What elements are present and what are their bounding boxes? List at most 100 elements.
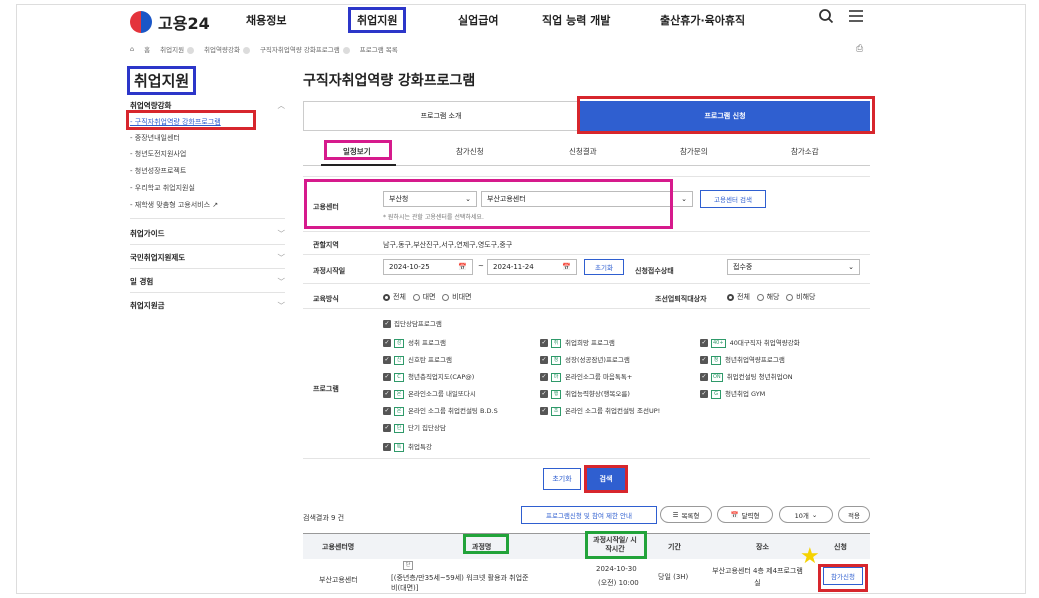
- program-checkbox[interactable]: ✓ 성 성취 프로그램: [383, 337, 446, 348]
- apply-page-size-button[interactable]: 적용: [838, 506, 870, 523]
- print-icon[interactable]: ⎙: [856, 44, 863, 54]
- star-icon: ★: [800, 544, 820, 569]
- nav-unemployment[interactable]: 실업급여: [458, 12, 498, 28]
- divider: [303, 254, 870, 255]
- home-icon[interactable]: ⌂: [130, 45, 134, 53]
- sidebar-item-job-seeker-program[interactable]: - 구직자취업역량 강화프로그램: [130, 117, 221, 127]
- nav-parental-leave[interactable]: 출산휴가·육아휴직: [660, 12, 745, 28]
- sidebar-item-midlife-center[interactable]: - 중장년내일센터: [130, 133, 180, 143]
- menu-icon[interactable]: [848, 8, 864, 28]
- calendar-view-toggle[interactable]: 📅 달력형: [717, 506, 773, 523]
- tab-inquiry[interactable]: 참가문의: [680, 146, 708, 157]
- status-select[interactable]: 접수중 ⌄: [727, 259, 860, 275]
- chevron-down-icon: ﹀: [277, 253, 286, 262]
- divider: [130, 218, 285, 219]
- program-checkbox[interactable]: ✓ 40+ 40대구직자 취업역량강화: [700, 337, 800, 348]
- program-checkbox[interactable]: ✓ 청 청년취업역량프로그램: [700, 354, 785, 365]
- col-apply: 신청: [834, 543, 847, 551]
- chevron-up-icon: ︿: [277, 101, 286, 110]
- highlight-course-col: [463, 534, 509, 554]
- shipbuilding-options[interactable]: 전체 해당 비해당: [727, 292, 815, 302]
- col-period: 기간: [668, 543, 681, 551]
- breadcrumb-item[interactable]: 취업역량강화: [204, 44, 250, 54]
- breadcrumb-item[interactable]: 구직자취업역량 강화프로그램: [260, 44, 350, 54]
- divider: [130, 292, 285, 293]
- divider: [303, 308, 870, 309]
- notice-button[interactable]: 프로그램신청 및 참여 제한 안내: [521, 506, 657, 524]
- sidebar-item-youth-growth[interactable]: - 청년성장프로젝트: [130, 166, 186, 176]
- row-time: (오전) 10:00: [598, 579, 639, 587]
- date-reset-button[interactable]: 초기화: [584, 259, 624, 275]
- page-title: 구직자취업역량 강화프로그램: [303, 73, 476, 89]
- nav-jobs[interactable]: 채용정보: [246, 12, 286, 28]
- program-checkbox[interactable]: ✓ 청 성장(성공잠년)프로그램: [540, 354, 630, 365]
- row-date: 2024-10-30: [596, 565, 637, 573]
- program-checkbox[interactable]: ✓ 신 신호탄 프로그램: [383, 354, 452, 365]
- tab-program-intro[interactable]: 프로그램 소개: [303, 101, 579, 131]
- search-icon[interactable]: [818, 8, 834, 28]
- external-link-icon: ↗: [212, 201, 219, 209]
- breadcrumb-item[interactable]: 프로그램 목록: [360, 44, 398, 54]
- chevron-down-icon: ﹀: [277, 277, 286, 286]
- chevron-down-icon: ﹀: [277, 229, 286, 238]
- method-label: 교육방식: [313, 295, 339, 303]
- shipbuilding-label: 조선업퇴직대상자: [655, 295, 707, 303]
- area-value: 남구,동구,부산진구,서구,연제구,영도구,중구: [383, 241, 513, 249]
- date-separator: ~: [478, 262, 484, 270]
- highlight-schedule-tab: [324, 140, 392, 160]
- row-period: 당일 (3H): [658, 573, 689, 581]
- method-options[interactable]: 전체 대면 비대면: [383, 292, 471, 302]
- date-label: 과정시작일: [313, 267, 346, 275]
- program-checkbox[interactable]: ✓ G 청년취업 GYM: [700, 388, 765, 399]
- date-from-input[interactable]: 2024-10-25 📅: [383, 259, 473, 275]
- nav-vocational[interactable]: 직업 능력 개발: [542, 12, 610, 28]
- program-checkbox[interactable]: ✓ 온 온라인 소그룹 취업컨설팅 B.D.S: [383, 405, 498, 416]
- highlight-search-button: [584, 465, 628, 493]
- page-size-select[interactable]: 10개 ⌄: [779, 506, 833, 523]
- sidebar-group-work-exp[interactable]: 일 경험 ﹀: [130, 276, 285, 287]
- tab-active-underline: [321, 164, 396, 166]
- program-checkbox[interactable]: ✓ C 청년층직업지도(CAP@): [383, 371, 474, 382]
- sidebar-item-student-service[interactable]: - 재학생 맞춤형 고용서비스 ↗: [130, 200, 218, 210]
- tab-participate[interactable]: 참가신청: [456, 146, 484, 157]
- row-course-link[interactable]: [(중년층/만35세~59세) 워크넷 활용과 취업준비(대면)]: [391, 573, 531, 593]
- date-to-input[interactable]: 2024-11-24 📅: [487, 259, 577, 275]
- row-place: 부산고용센터 4층 제4프로그램실: [712, 567, 803, 587]
- sidebar-group-national[interactable]: 국민취업지원제도 ﹀: [130, 252, 285, 263]
- breadcrumb-item[interactable]: 취업지원: [160, 44, 195, 54]
- tab-result[interactable]: 신청결과: [569, 146, 597, 157]
- list-view-toggle[interactable]: ☰ 목록형: [660, 506, 712, 523]
- breadcrumb-home[interactable]: 홈: [144, 44, 150, 54]
- program-checkbox[interactable]: ✓ 행 취업능력향상(행복오름): [540, 388, 630, 399]
- highlight-apply-tab: [577, 96, 875, 134]
- highlight-start-col: [585, 531, 647, 559]
- program-checkbox[interactable]: ✓ 취 취업희망 프로그램: [540, 337, 615, 348]
- program-checkbox[interactable]: ✓ ON 취업컨설팅 청년취업ON: [700, 371, 793, 382]
- program-checkbox[interactable]: ✓ 온 온라인소그룹 내일또다시: [383, 388, 476, 399]
- logo[interactable]: 고용24: [130, 10, 210, 34]
- row-center: 부산고용센터: [319, 576, 358, 584]
- nav-employment-support[interactable]: 취업지원: [348, 7, 407, 33]
- program-checkbox[interactable]: ✓ 마 온라인소그룹 마음톡톡+: [540, 371, 632, 382]
- tab-review[interactable]: 참가소감: [791, 146, 819, 157]
- area-label: 관할지역: [313, 241, 339, 249]
- reset-button[interactable]: 초기화: [543, 468, 581, 490]
- list-icon: ☰: [672, 510, 679, 519]
- sidebar-group-subsidy[interactable]: 취업지원금 ﹀: [130, 300, 285, 311]
- program-checkbox[interactable]: ✓ 특 취업특강: [383, 441, 432, 452]
- program-checkbox[interactable]: ✓ 조 온라인 소그룹 취업컨설팅 조선UP!: [540, 405, 660, 416]
- highlight-apply-button: [818, 564, 868, 592]
- calendar-icon: 📅: [458, 263, 467, 271]
- sidebar-group-guide[interactable]: 취업가이드 ﹀: [130, 228, 285, 239]
- status-label: 신청접수상태: [635, 267, 674, 275]
- sidebar-item-youth-challenge[interactable]: - 청년도전지원사업: [130, 149, 186, 159]
- chevron-down-icon: ⌄: [811, 510, 818, 519]
- calendar-icon: 📅: [562, 263, 571, 271]
- program-checkbox[interactable]: ✓ 집단상담프로그램: [383, 318, 442, 328]
- divider: [130, 268, 285, 269]
- col-place: 장소: [756, 543, 769, 551]
- center-search-button[interactable]: 고용센터 검색: [700, 190, 766, 208]
- sidebar-item-school-office[interactable]: - 우리학교 취업지원실: [130, 183, 195, 193]
- chevron-down-icon: ⌄: [848, 263, 854, 271]
- program-checkbox[interactable]: ✓ 단 단기 집단상담: [383, 422, 446, 433]
